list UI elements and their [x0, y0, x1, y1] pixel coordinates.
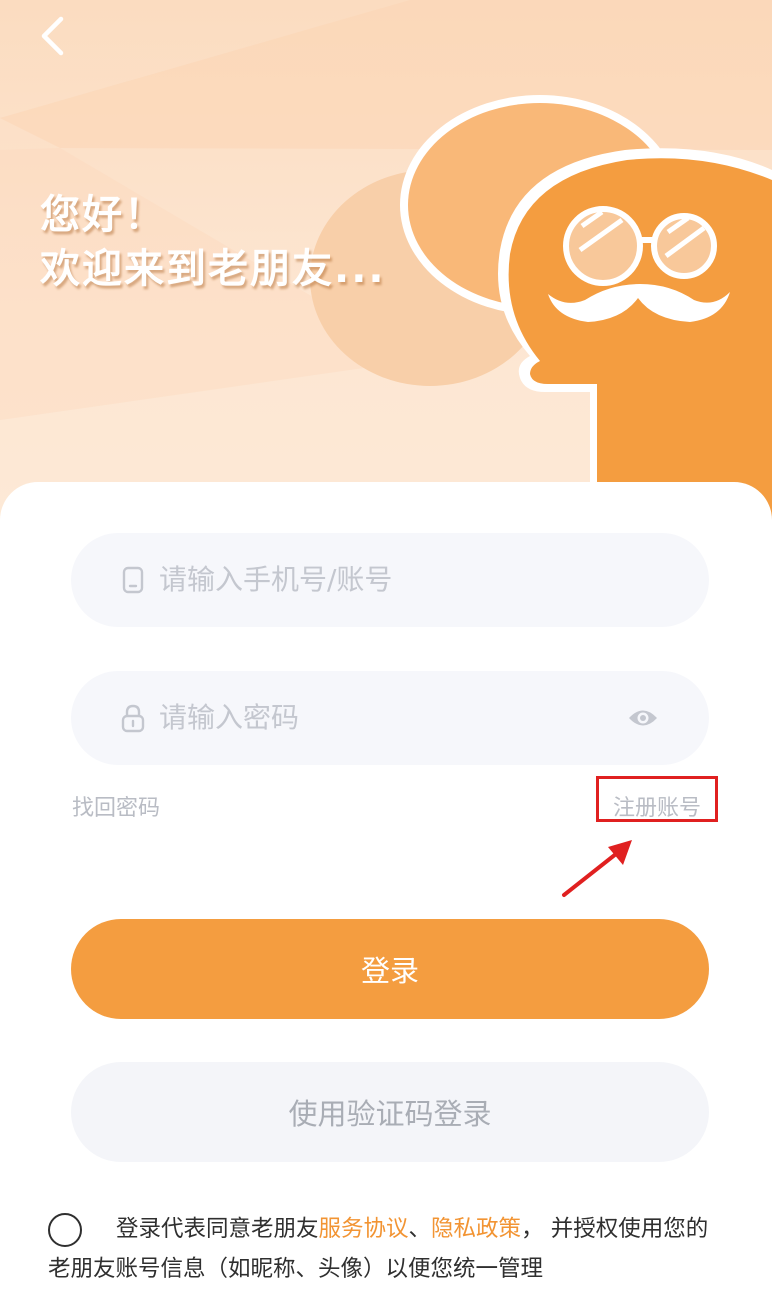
password-input[interactable]: 请输入密码 [71, 671, 709, 765]
account-placeholder: 请输入手机号/账号 [159, 563, 393, 596]
code-login-button[interactable]: 使用验证码登录 [71, 1062, 709, 1162]
annotation-highlight-box [596, 776, 718, 822]
forgot-password-link[interactable]: 找回密码 [72, 790, 160, 822]
service-agreement-link[interactable]: 服务协议 [319, 1216, 409, 1242]
eye-icon[interactable] [627, 705, 659, 731]
login-button[interactable]: 登录 [71, 919, 709, 1019]
header-banner: 您好！ 欢迎来到老朋友... [0, 0, 772, 520]
lock-icon [121, 704, 145, 733]
back-button[interactable] [30, 14, 74, 58]
account-input[interactable]: 请输入手机号/账号 [71, 533, 709, 627]
agreement-prefix: 登录代表同意老朋友 [116, 1216, 319, 1242]
privacy-policy-link[interactable]: 隐私政策 [431, 1216, 521, 1242]
password-placeholder: 请输入密码 [159, 701, 300, 734]
welcome-greeting: 您好！ 欢迎来到老朋友... [40, 188, 386, 296]
agreement-text: 登录代表同意老朋友服务协议、隐私政策， 并授权使用您的老朋友账号信息（如昵称、头… [48, 1209, 728, 1289]
agreement-separator: 、 [408, 1216, 432, 1242]
greeting-line-2: 欢迎来到老朋友... [40, 246, 386, 292]
annotation-arrow [562, 840, 632, 897]
chevron-left-icon [41, 16, 64, 56]
greeting-line-1: 您好！ [40, 192, 166, 238]
phone-icon [122, 566, 144, 594]
